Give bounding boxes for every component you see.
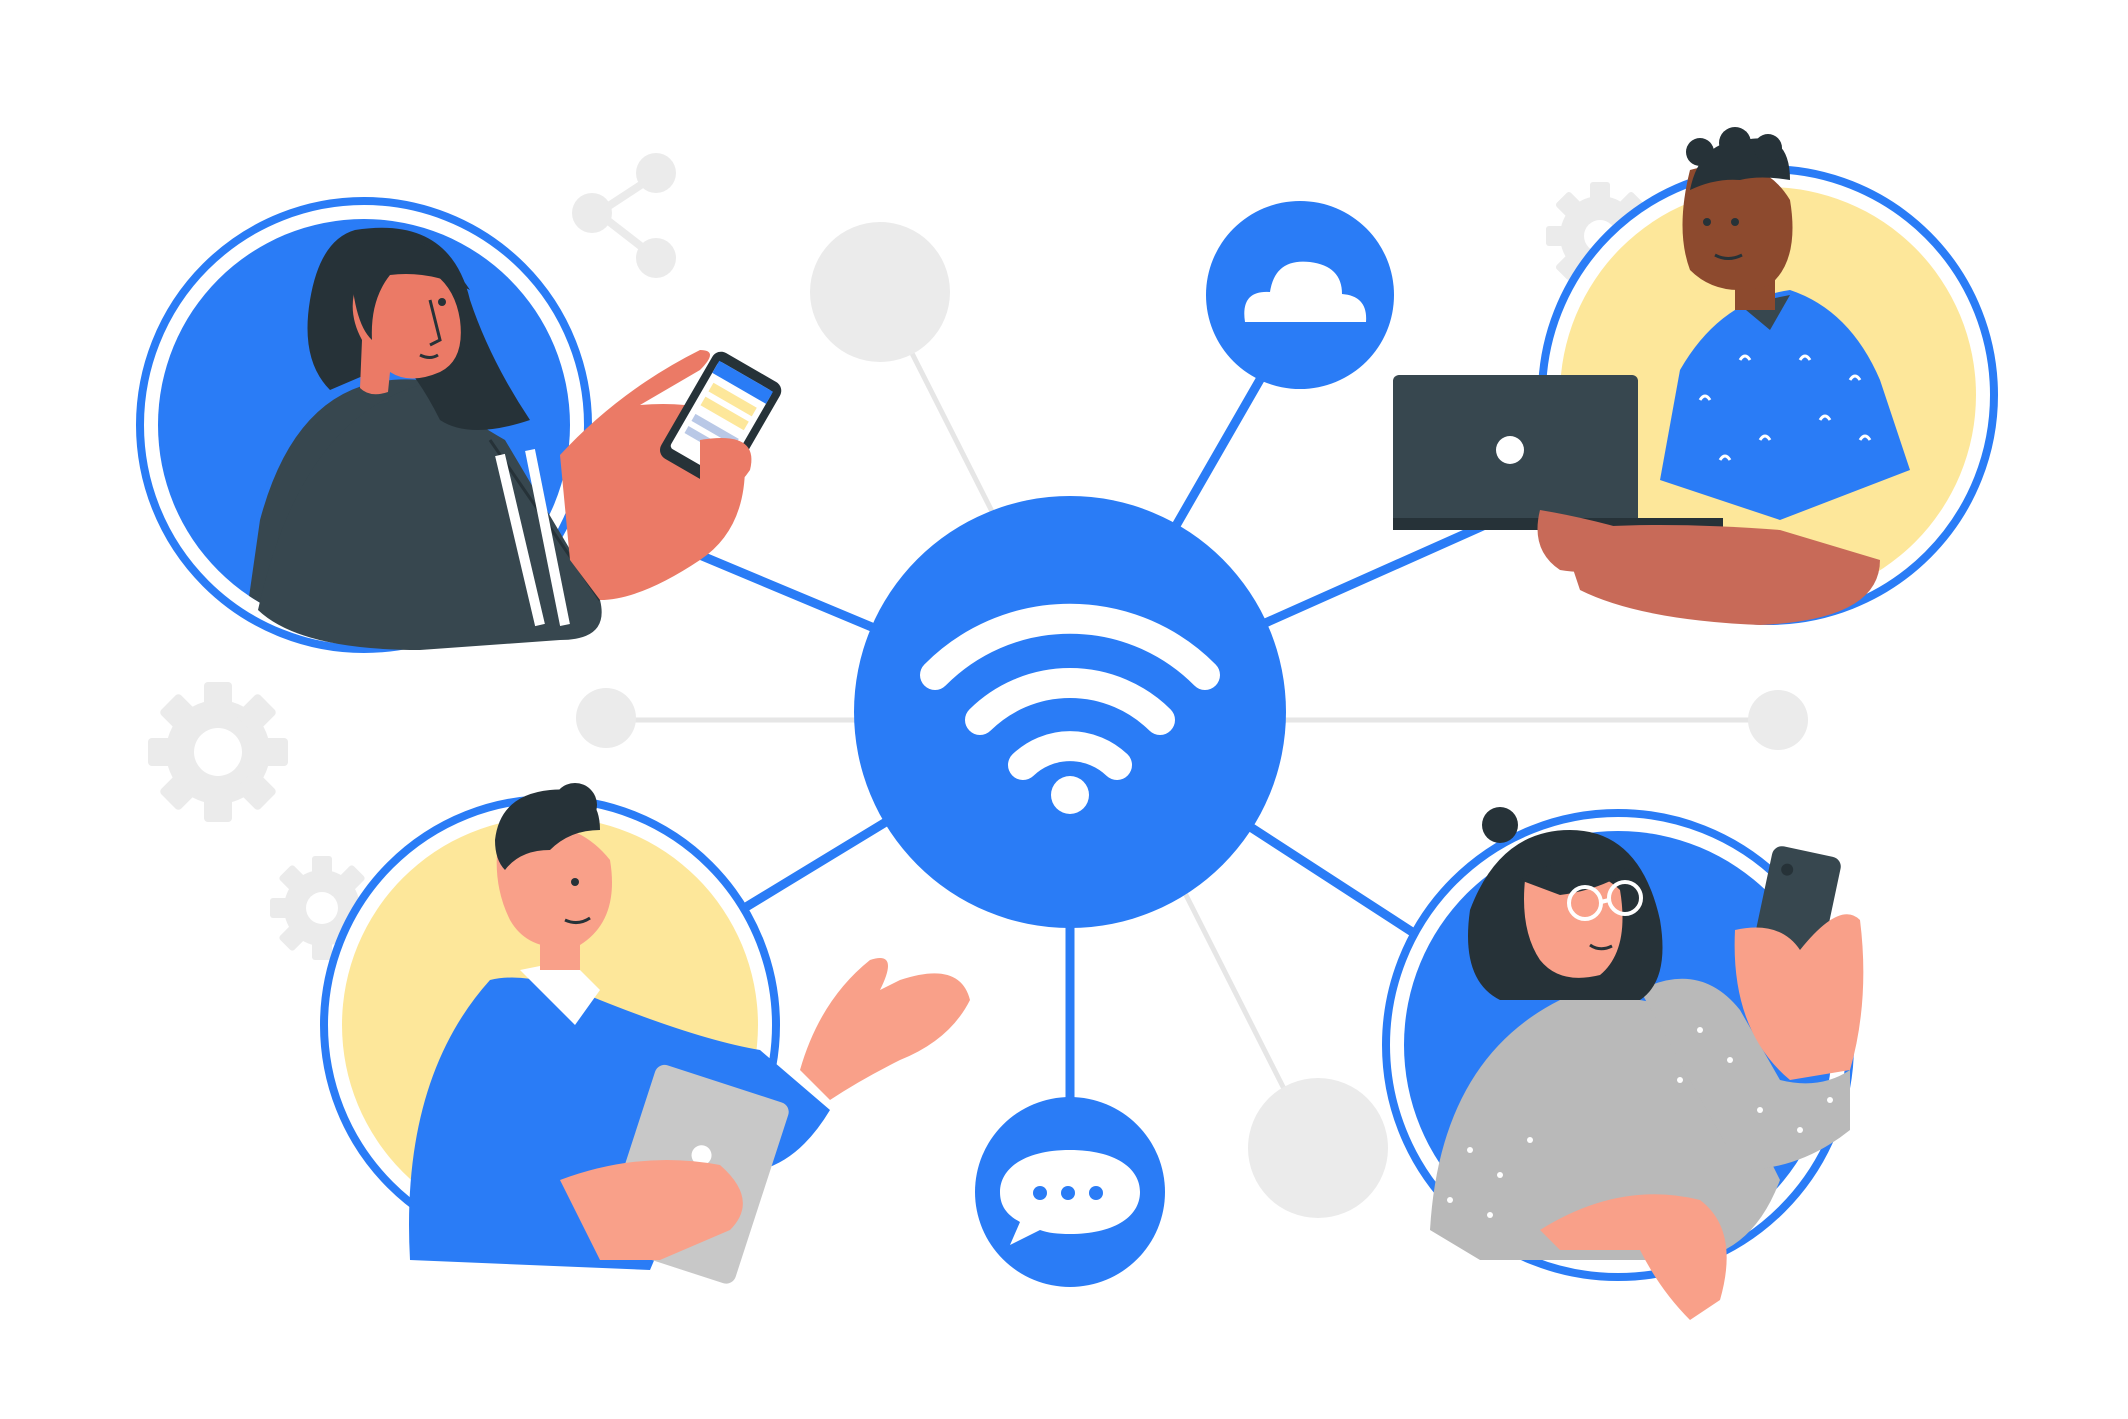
gear-icon: [148, 682, 288, 822]
woman-with-phone: [136, 197, 782, 653]
man-with-laptop: [1393, 127, 1998, 625]
wifi-hub: [854, 496, 1286, 928]
decor-dot: [1748, 690, 1808, 750]
network-illustration: [136, 127, 1998, 1320]
decor-dot: [576, 688, 636, 748]
cloud-node: [1206, 201, 1394, 389]
woman-with-glasses-phone: [1382, 807, 1864, 1320]
wifi-dot: [1051, 776, 1089, 814]
decor-dot: [810, 222, 950, 362]
share-icon: [572, 153, 676, 278]
chat-node: [975, 1097, 1165, 1287]
man-with-tablet: [320, 783, 970, 1284]
decor-dot: [1248, 1078, 1388, 1218]
